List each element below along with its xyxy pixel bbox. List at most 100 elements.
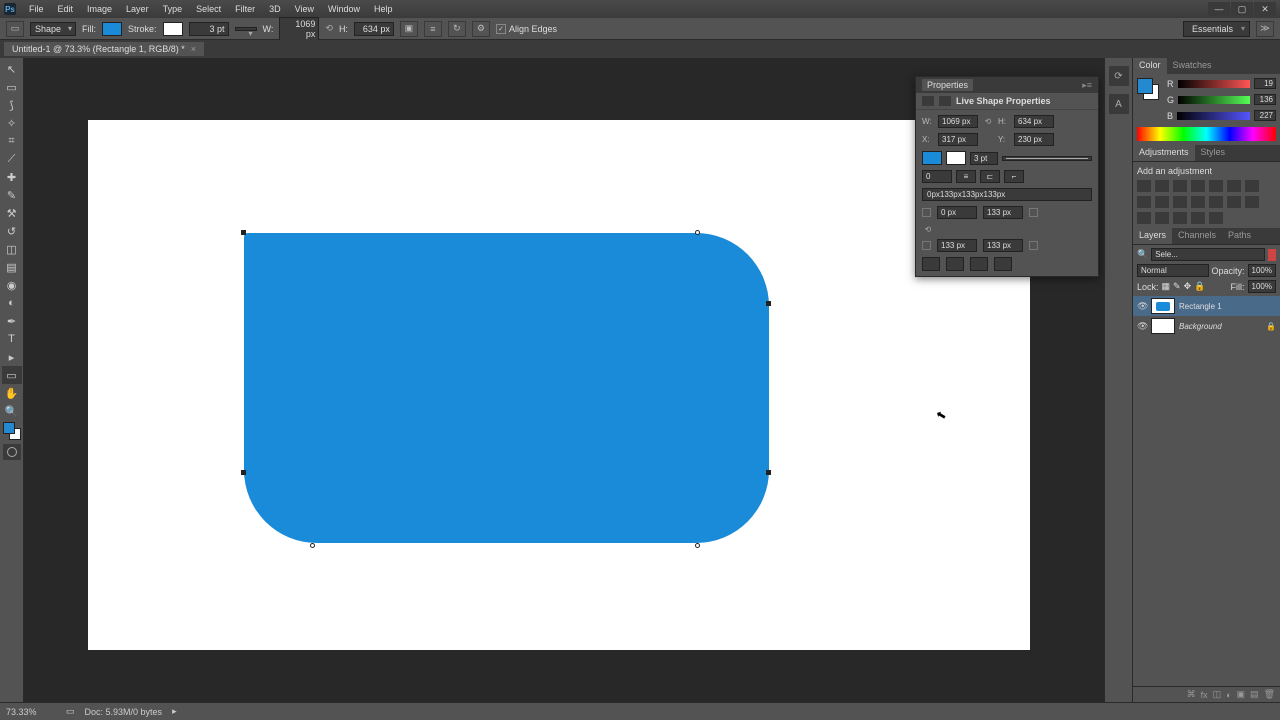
corner-radius-handle[interactable] (695, 543, 700, 548)
preview-icon[interactable]: ▭ (66, 706, 75, 717)
eyedropper-tool-icon[interactable]: ⟋ (2, 150, 22, 168)
lasso-tool-icon[interactable]: ⟆ (2, 96, 22, 114)
link-wh-icon[interactable]: ⟲ (325, 23, 333, 34)
layer-name[interactable]: Background (1179, 322, 1222, 331)
group-icon[interactable]: ▣ (1237, 689, 1246, 700)
adjustment-preset-icon[interactable] (1227, 196, 1241, 208)
history-brush-tool-icon[interactable]: ↺ (2, 222, 22, 240)
corner-bl-input[interactable]: 133 px (937, 239, 977, 252)
layer-row[interactable]: 👁 Background 🔒 (1133, 316, 1280, 336)
menu-3d[interactable]: 3D (262, 2, 288, 16)
fill-input[interactable]: 100% (1248, 280, 1276, 293)
layer-thumbnail[interactable] (1151, 318, 1175, 334)
link-wh-icon[interactable]: ⟲ (982, 117, 994, 127)
new-layer-icon[interactable]: ▤ (1250, 689, 1259, 700)
history-panel-icon[interactable]: ⟳ (1109, 66, 1129, 86)
prop-stroke-swatch[interactable] (946, 151, 966, 165)
adjustment-preset-icon[interactable] (1137, 196, 1151, 208)
cap-type-dropdown[interactable]: ⊏ (980, 170, 1000, 183)
link-corners-icon[interactable]: ⟲ (922, 224, 934, 234)
menu-filter[interactable]: Filter (228, 2, 262, 16)
brush-tool-icon[interactable]: ✎ (2, 186, 22, 204)
rectangle-tool-icon[interactable]: ▭ (2, 366, 22, 384)
adjustment-preset-icon[interactable] (1191, 196, 1205, 208)
tab-color[interactable]: Color (1133, 58, 1167, 74)
shape-handle[interactable] (766, 470, 771, 475)
menu-window[interactable]: Window (321, 2, 367, 16)
prop-fill-swatch[interactable] (922, 151, 942, 165)
color-swatches[interactable] (1137, 78, 1159, 100)
prop-inset-input[interactable]: 0 (922, 170, 952, 183)
adjustment-preset-icon[interactable] (1137, 180, 1151, 192)
shape-rectangle[interactable] (244, 233, 769, 543)
corner-tr-checkbox[interactable] (1029, 208, 1038, 217)
height-input[interactable]: 634 px (354, 22, 394, 36)
workspace-options-icon[interactable]: ≫ (1256, 21, 1274, 37)
eraser-tool-icon[interactable]: ◫ (2, 240, 22, 258)
adjustment-preset-icon[interactable] (1227, 180, 1241, 192)
shape-handle[interactable] (766, 301, 771, 306)
path-arrangement-button[interactable]: ↻ (448, 21, 466, 37)
adjustment-preset-icon[interactable] (1137, 212, 1151, 224)
path-op-exclude-icon[interactable] (994, 257, 1012, 271)
tab-adjustments[interactable]: Adjustments (1133, 145, 1195, 161)
adjustment-preset-icon[interactable] (1209, 196, 1223, 208)
lock-all-icon[interactable]: 🔒 (1194, 281, 1205, 292)
corner-radius-summary[interactable]: 0px133px133px133px (922, 188, 1092, 201)
panel-menu-icon[interactable]: ▸≡ (1082, 80, 1092, 91)
menu-image[interactable]: Image (80, 2, 119, 16)
layer-style-icon[interactable]: fx (1201, 690, 1208, 700)
prop-x-input[interactable]: 317 px (938, 133, 978, 146)
blur-tool-icon[interactable]: ◉ (2, 276, 22, 294)
adjustment-preset-icon[interactable] (1155, 196, 1169, 208)
properties-tab[interactable]: Properties (922, 79, 973, 91)
align-stroke-dropdown[interactable]: ≡ (956, 170, 976, 183)
gear-icon[interactable]: ⚙ (472, 21, 490, 37)
menu-edit[interactable]: Edit (51, 2, 81, 16)
shape-mode-dropdown[interactable]: Shape (30, 22, 76, 36)
adjustment-preset-icon[interactable] (1173, 212, 1187, 224)
gradient-tool-icon[interactable]: ▤ (2, 258, 22, 276)
path-selection-tool-icon[interactable]: ▸ (2, 348, 22, 366)
tab-paths[interactable]: Paths (1222, 228, 1257, 244)
blend-mode-dropdown[interactable]: Normal (1137, 264, 1209, 277)
corner-tl-input[interactable]: 0 px (937, 206, 977, 219)
adjustment-layer-icon[interactable]: ◐ (1226, 690, 1231, 700)
shape-handle[interactable] (241, 230, 246, 235)
menu-type[interactable]: Type (156, 2, 190, 16)
layer-mask-icon[interactable]: ◫ (1213, 689, 1222, 700)
path-operations-button[interactable]: ▣ (400, 21, 418, 37)
lock-pixels-icon[interactable]: ✎ (1173, 281, 1181, 292)
layer-name[interactable]: Rectangle 1 (1179, 302, 1222, 311)
tool-preset-picker[interactable]: ▭ (6, 21, 24, 37)
adjustment-preset-icon[interactable] (1209, 180, 1223, 192)
quick-mask-button[interactable] (3, 444, 21, 460)
lock-transparency-icon[interactable]: ▦ (1162, 281, 1171, 292)
move-tool-icon[interactable]: ↖ (2, 60, 22, 78)
chevron-right-icon[interactable]: ▸ (172, 706, 177, 717)
link-layers-icon[interactable]: ⌘ (1187, 689, 1196, 700)
adjustment-preset-icon[interactable] (1173, 180, 1187, 192)
r-value-input[interactable]: 19 (1254, 78, 1276, 89)
fill-swatch[interactable] (102, 22, 122, 36)
menu-file[interactable]: File (22, 2, 51, 16)
minimize-button[interactable]: — (1208, 2, 1230, 16)
adjustment-preset-icon[interactable] (1209, 212, 1223, 224)
layer-row[interactable]: 👁 Rectangle 1 (1133, 296, 1280, 316)
b-slider[interactable] (1177, 112, 1250, 120)
zoom-level[interactable]: 73.33% (6, 707, 56, 717)
maximize-button[interactable]: ▢ (1231, 2, 1253, 16)
hand-tool-icon[interactable]: ✋ (2, 384, 22, 402)
path-op-subtract-icon[interactable] (946, 257, 964, 271)
stroke-style-dropdown[interactable] (235, 27, 257, 31)
workspace-switcher[interactable]: Essentials (1183, 21, 1250, 37)
path-op-combine-icon[interactable] (922, 257, 940, 271)
tab-swatches[interactable]: Swatches (1167, 58, 1218, 74)
zoom-tool-icon[interactable]: 🔍 (2, 402, 22, 420)
menu-view[interactable]: View (288, 2, 321, 16)
type-tool-icon[interactable]: T (2, 330, 22, 348)
marquee-tool-icon[interactable]: ▭ (2, 78, 22, 96)
stroke-width-input[interactable]: 3 pt (189, 22, 229, 36)
dodge-tool-icon[interactable]: ◐ (2, 294, 22, 312)
layer-filter-dropdown[interactable]: Sele... (1151, 248, 1265, 261)
